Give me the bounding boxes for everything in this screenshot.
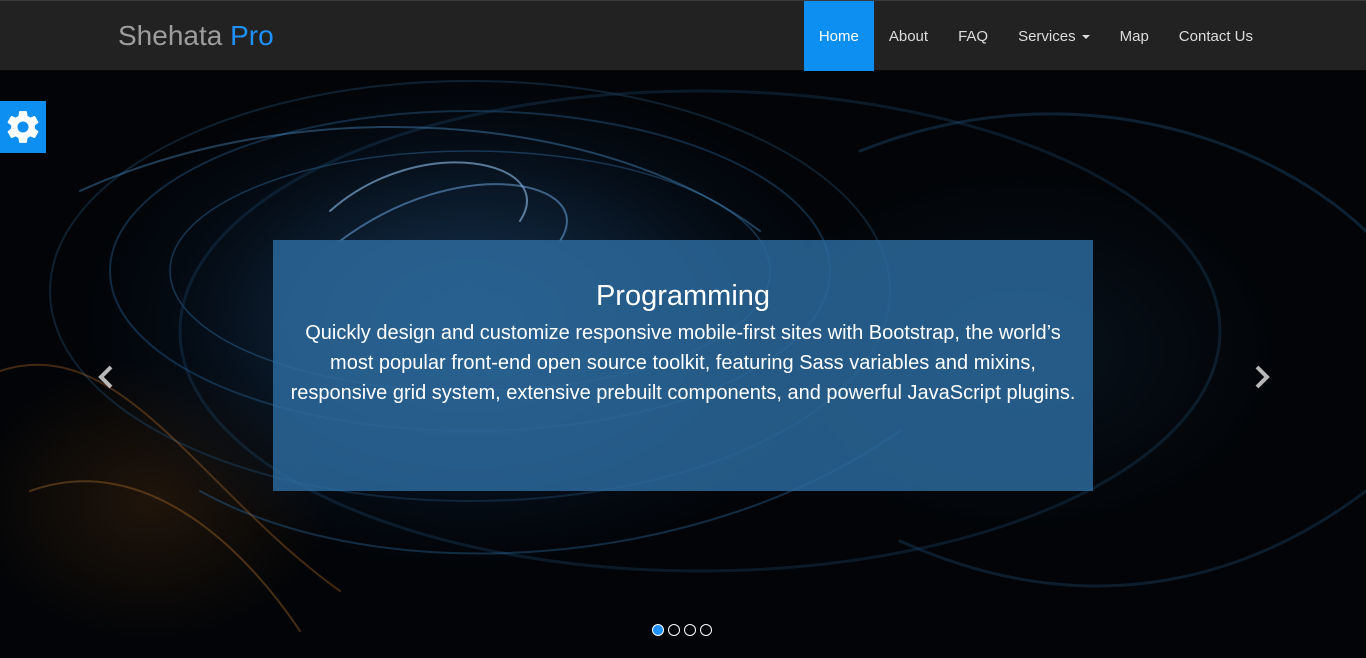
nav-map[interactable]: Map [1105,1,1164,71]
nav-contact[interactable]: Contact Us [1164,1,1268,71]
brand-name: Shehata [118,20,223,51]
carousel-indicator-1[interactable] [652,624,664,636]
brand-logo[interactable]: Shehata Pro [118,19,274,53]
carousel-prev-button[interactable] [92,362,122,392]
nav-services[interactable]: Services [1003,1,1105,71]
carousel-next-button[interactable] [1246,362,1276,392]
carousel-indicator-2[interactable] [668,624,680,636]
slide-title: Programming [595,280,771,312]
carousel-indicator-4[interactable] [700,624,712,636]
nav-home[interactable]: Home [803,1,874,71]
chevron-right-icon [1255,365,1270,389]
nav-about[interactable]: About [874,1,943,71]
carousel-indicator-3[interactable] [684,624,696,636]
carousel: Programming Quickly design and customize… [0,71,1366,658]
nav-services-label: Services [1018,27,1076,45]
nav-faq[interactable]: FAQ [943,1,1003,71]
chevron-left-icon [98,365,113,389]
slide-text: Quickly design and customize responsive … [290,322,1076,404]
carousel-caption: Programming Quickly design and customize… [273,240,1093,491]
carousel-indicators [652,624,712,636]
settings-toggle[interactable] [0,101,46,153]
brand-accent: Pro [230,20,274,51]
caret-down-icon [1081,35,1090,39]
navbar: Shehata Pro Home About FAQ Services Map … [0,0,1366,71]
main-nav: Home About FAQ Services Map Contact Us [803,1,1268,71]
gear-icon [7,111,39,143]
